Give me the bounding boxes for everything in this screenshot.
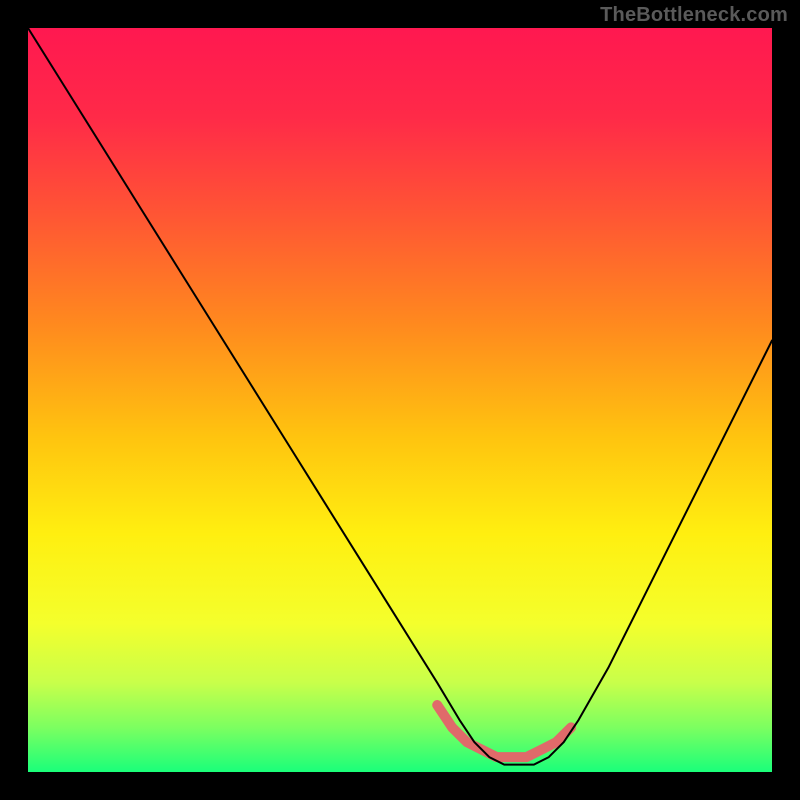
chart-frame: TheBottleneck.com xyxy=(0,0,800,800)
bottleneck-curve xyxy=(28,28,772,765)
chart-svg xyxy=(28,28,772,772)
plot-area xyxy=(28,28,772,772)
highlight-segment xyxy=(437,705,571,757)
watermark-text: TheBottleneck.com xyxy=(600,4,788,27)
